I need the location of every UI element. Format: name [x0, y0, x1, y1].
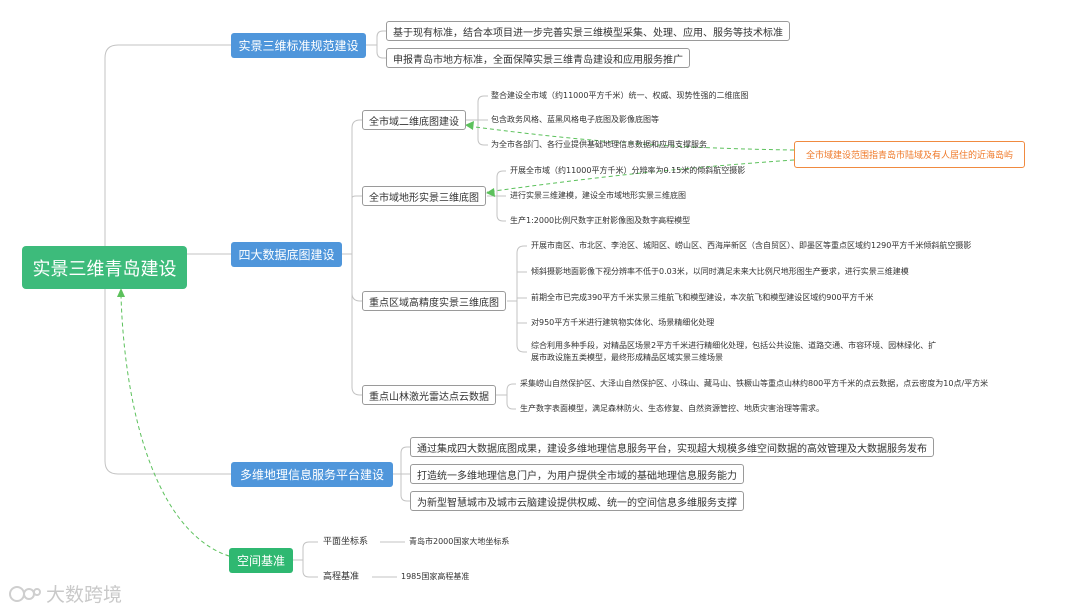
scope-note[interactable]: 全市域建设范围指青岛市陆域及有人居住的近海岛屿 — [794, 141, 1025, 168]
datum-plane-value: 青岛市2000国家大地坐标系 — [409, 537, 510, 546]
datum-plane-label: 平面坐标系 — [323, 537, 369, 547]
branch-spatial-datum[interactable]: 空间基准 — [229, 548, 293, 573]
sub-terrain-3d[interactable]: 全市域地形实景三维底图 — [362, 186, 486, 206]
watermark-logo-icon — [9, 585, 41, 602]
relation-line — [120, 295, 237, 559]
arrow-head — [465, 121, 474, 130]
leaf-key-5: 综合利用多种手段，对精品区场景2平方千米进行精细化处理，包括公共设施、道路交通、… — [531, 341, 937, 362]
connector — [477, 120, 488, 146]
arrow-head — [117, 288, 125, 297]
leaf-lidar-1: 采集崂山自然保护区、大泽山自然保护区、小珠山、藏马山、铁橛山等重点山林约800平… — [520, 379, 989, 388]
platform-item-3[interactable]: 为新型智慧城市及城市云脑建设提供权威、统一的空间信息多维服务支撑 — [410, 491, 744, 511]
connector — [366, 30, 386, 46]
connector — [516, 301, 527, 353]
datum-height-label: 高程基准 — [323, 572, 360, 582]
platform-item-2[interactable]: 打造统一多维地理信息门户，为用户提供全市域的基础地理信息服务能力 — [410, 464, 744, 484]
branch-platform[interactable]: 多维地理信息服务平台建设 — [231, 462, 393, 487]
connector — [104, 44, 231, 246]
sub-lidar[interactable]: 重点山林激光雷达点云数据 — [362, 385, 496, 405]
leaf-terrain-2: 进行实景三维建模，建设全市域地形实景三维底图 — [510, 191, 686, 200]
connector — [104, 289, 231, 475]
watermark-text: 大数跨境 — [46, 584, 123, 606]
standards-item-2[interactable]: 申报青岛市地方标准，全面保障实景三维青岛建设和应用服务推广 — [386, 48, 690, 68]
connector — [351, 254, 362, 396]
standards-item-1[interactable]: 基于现有标准，结合本项目进一步完善实景三维模型采集、处理、应用、服务等技术标准 — [386, 21, 790, 41]
leaf-lidar-2: 生产数字表面模型，满足森林防火、生态修复、自然资源管控、地质灾害治理等需求。 — [520, 404, 824, 413]
connector — [506, 395, 516, 410]
connector — [393, 446, 410, 475]
leaf-key-3: 前期全市已完成390平方千米实景三维航飞和模型建设，本次航飞和模型建设区域约90… — [531, 293, 874, 302]
connector — [400, 474, 410, 502]
connector — [496, 196, 506, 222]
connector — [376, 45, 386, 59]
connector — [351, 195, 362, 254]
connector — [465, 95, 488, 121]
leaf-key-2: 倾斜摄影地面影像下视分辨率不低于0.03米，以同时满足未来大比例尺地形图生产要求… — [531, 267, 909, 276]
platform-item-1[interactable]: 通过集成四大数据底图成果，建设多维地理信息服务平台，实现超大规模多维空间数据的高… — [410, 437, 934, 457]
sub-key-area-3d[interactable]: 重点区域高精度实景三维底图 — [362, 291, 506, 311]
leaf-2d-1: 整合建设全市域（约11000平方千米）统一、权威、现势性强的二维底图 — [491, 91, 749, 100]
leaf-terrain-3: 生产1:2000比例尺数字正射影像图及数字高程模型 — [510, 216, 691, 225]
connector — [496, 383, 516, 396]
root-node[interactable]: 实景三维青岛建设 — [22, 246, 187, 289]
datum-height-value: 1985国家高程基准 — [401, 572, 470, 581]
connector — [293, 541, 318, 561]
leaf-2d-2: 包含政务风格、蓝黑风格电子底图及影像底图等 — [491, 115, 659, 124]
connector — [302, 560, 318, 578]
branch-standards[interactable]: 实景三维标准规范建设 — [231, 33, 366, 58]
connector — [516, 301, 527, 324]
connector — [507, 245, 527, 302]
branch-basemaps[interactable]: 四大数据底图建设 — [231, 242, 342, 267]
leaf-key-4: 对950平方千米进行建筑物实体化、场景精细化处理 — [531, 318, 715, 327]
leaf-2d-3: 为全市各部门、各行业提供基础地理信息数据和应用支撑服务 — [491, 140, 707, 149]
watermark: 大数跨境 — [8, 580, 122, 607]
connector — [516, 297, 527, 301]
leaf-terrain-1: 开展全市域（约11000平方千米）分辨率为0.15米的倾斜航空摄影 — [510, 166, 746, 175]
connector — [351, 254, 362, 302]
sub-2d-basemap[interactable]: 全市域二维底图建设 — [362, 110, 466, 130]
leaf-key-1: 开展市南区、市北区、李沧区、城阳区、崂山区、西海岸新区（含自贸区）、即墨区等重点… — [531, 241, 972, 250]
